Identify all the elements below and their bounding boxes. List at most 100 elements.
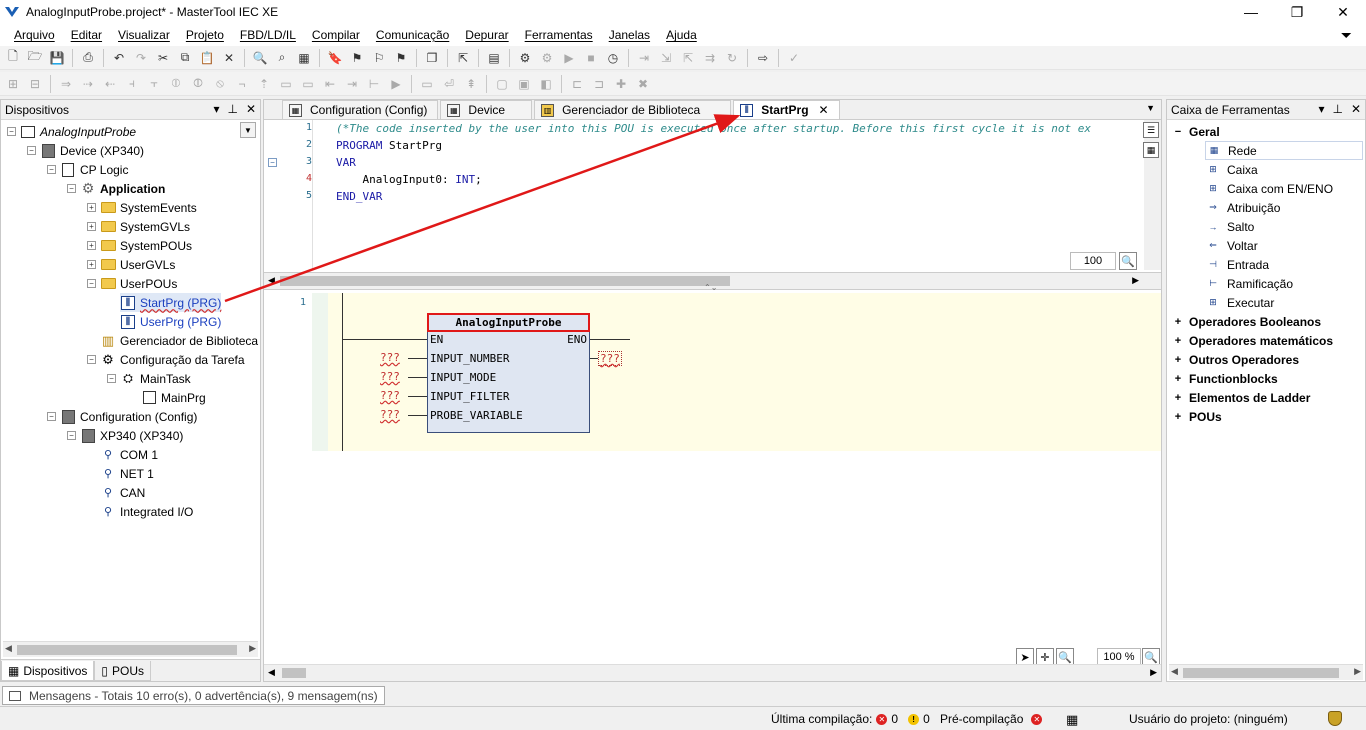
fbd-network[interactable]: 1 ??? ??? ??? ??? ??? AnalogInputProbe E… bbox=[264, 293, 1161, 451]
close-panel-icon[interactable]: ✕ bbox=[1351, 102, 1361, 116]
fbd-return-icon[interactable]: ⇠ bbox=[100, 74, 120, 94]
scroll-thumb[interactable] bbox=[1183, 668, 1339, 678]
collapse-icon[interactable]: − bbox=[87, 355, 96, 364]
find-replace-icon[interactable]: ⌕ bbox=[272, 48, 292, 68]
toolbox-category-functionblocks[interactable]: + Functionblocks bbox=[1173, 369, 1278, 388]
declaration-editor[interactable]: 1 2 3 4 5 − (*The code inserted by the u… bbox=[264, 120, 1161, 272]
fbd-network-icon[interactable]: ⊞ bbox=[3, 74, 23, 94]
fbd-insert-icon[interactable]: ✚ bbox=[611, 74, 631, 94]
fbd-parallel-contact-icon[interactable]: ⫟ bbox=[144, 74, 164, 94]
toolbox-item-voltar[interactable]: ⇐ Voltar bbox=[1205, 236, 1257, 255]
editor-hscrollbar[interactable]: ◀ ▶ bbox=[264, 664, 1161, 681]
block-name[interactable]: AnalogInputProbe bbox=[427, 313, 590, 332]
toolbox-category-pous[interactable]: + POUs bbox=[1173, 407, 1222, 426]
menu-ferramentas[interactable]: Ferramentas bbox=[517, 28, 601, 42]
tree-node-systempous[interactable]: + SystemPOUs bbox=[87, 236, 192, 255]
fbd-remove-icon[interactable]: ✖ bbox=[633, 74, 653, 94]
fbd-branch-icon[interactable]: ⊢ bbox=[364, 74, 384, 94]
next-bookmark-icon[interactable]: ⚑ bbox=[347, 48, 367, 68]
expand-icon[interactable]: + bbox=[1173, 354, 1183, 366]
expand-icon[interactable]: + bbox=[87, 203, 96, 212]
splitter-grip-icon[interactable]: ⌃⌄ bbox=[704, 283, 717, 292]
fbd-toggle-icon[interactable]: ▣ bbox=[514, 74, 534, 94]
collapse-icon[interactable]: − bbox=[87, 279, 96, 288]
collapse-icon[interactable]: − bbox=[47, 412, 56, 421]
tree-node-systemgvls[interactable]: + SystemGVLs bbox=[87, 217, 190, 236]
collapse-icon[interactable]: − bbox=[7, 127, 16, 136]
logout-icon[interactable]: ⚙ bbox=[537, 48, 557, 68]
fbd-edge2-icon[interactable]: ⇞ bbox=[461, 74, 481, 94]
collapse-icon[interactable]: − bbox=[47, 165, 56, 174]
security-shield-icon[interactable] bbox=[1328, 711, 1342, 726]
fbd-coil-icon[interactable]: ⦶ bbox=[166, 74, 186, 94]
delete-icon[interactable]: ✕ bbox=[219, 48, 239, 68]
close-tab-icon[interactable]: ✕ bbox=[819, 103, 829, 117]
tree-node-xp340[interactable]: − XP340 (XP340) bbox=[67, 426, 183, 445]
output-placeholder[interactable]: ??? bbox=[598, 351, 622, 366]
filter-funnel-icon[interactable]: ⏷ bbox=[1341, 27, 1352, 44]
collapse-icon[interactable]: − bbox=[67, 184, 76, 193]
scroll-left-icon[interactable]: ◀ bbox=[5, 643, 12, 654]
fbd-ret-icon[interactable]: ⏎ bbox=[439, 74, 459, 94]
toolbox-category-ladder[interactable]: + Elementos de Ladder bbox=[1173, 388, 1311, 407]
fbd-output-icon[interactable]: ⇥ bbox=[342, 74, 362, 94]
fbd-network-below-icon[interactable]: ⊟ bbox=[25, 74, 45, 94]
tab-dispositivos[interactable]: ▦ Dispositivos bbox=[1, 661, 95, 681]
fbd-align-icon[interactable]: ⊏ bbox=[567, 74, 587, 94]
input-number-placeholder[interactable]: ??? bbox=[380, 351, 400, 364]
scroll-right-icon[interactable]: ▶ bbox=[1132, 275, 1139, 286]
tree-node-userpous[interactable]: − UserPOUs bbox=[87, 274, 177, 293]
expand-icon[interactable]: + bbox=[1173, 411, 1183, 423]
toolbox-item-rede[interactable]: ▦ Rede bbox=[1205, 141, 1363, 160]
expand-icon[interactable]: + bbox=[1173, 335, 1183, 347]
tree-node-cp-logic[interactable]: − CP Logic bbox=[47, 160, 128, 179]
pin-icon[interactable]: ⊥ bbox=[1332, 102, 1342, 116]
print-icon[interactable]: ⎙ bbox=[78, 48, 98, 68]
tree-node-net1[interactable]: ⚲ NET 1 bbox=[100, 464, 154, 483]
scroll-thumb[interactable] bbox=[282, 668, 306, 678]
editor-splitter[interactable]: ◀ ⌃⌄ ▶ bbox=[264, 272, 1161, 292]
menu-janelas[interactable]: Janelas bbox=[601, 28, 658, 42]
start-icon[interactable]: ▶ bbox=[559, 48, 579, 68]
decl-zoom-field[interactable]: 100 bbox=[1070, 252, 1116, 270]
write-values-icon[interactable]: ✓ bbox=[784, 48, 804, 68]
export-icon[interactable]: ⇱ bbox=[453, 48, 473, 68]
tab-device[interactable]: ▦ Device bbox=[440, 100, 533, 119]
panel-dropdown-icon[interactable]: ▾ bbox=[213, 102, 219, 116]
tree-node-userprg[interactable]: ⫼ UserPrg (PRG) bbox=[120, 312, 221, 331]
tree-node-library-manager[interactable]: ▥ Gerenciador de Biblioteca bbox=[100, 331, 258, 350]
expand-icon[interactable]: + bbox=[87, 260, 96, 269]
menu-ajuda[interactable]: Ajuda bbox=[658, 28, 705, 42]
textual-view-icon[interactable]: ☰ bbox=[1143, 122, 1159, 138]
tab-startprg[interactable]: ⫼ StartPrg ✕ bbox=[733, 100, 840, 119]
collapse-icon[interactable]: − bbox=[27, 146, 36, 155]
tree-node-device[interactable]: − Device (XP340) bbox=[27, 141, 144, 160]
menu-projeto[interactable]: Projeto bbox=[178, 28, 232, 42]
expand-icon[interactable]: + bbox=[1173, 373, 1183, 385]
collapse-icon[interactable]: − bbox=[107, 374, 116, 383]
expand-icon[interactable]: + bbox=[1173, 316, 1183, 328]
menu-visualizar[interactable]: Visualizar bbox=[110, 28, 178, 42]
tab-pous[interactable]: ▯ POUs bbox=[94, 661, 151, 681]
minimize-button[interactable]: — bbox=[1228, 0, 1274, 24]
analog-input-probe-block[interactable]: AnalogInputProbe EN ENO INPUT_NUMBER INP… bbox=[427, 313, 590, 433]
fbd-box-icon[interactable]: ▭ bbox=[276, 74, 296, 94]
tree-node-project[interactable]: − AnalogInputProbe bbox=[7, 122, 136, 141]
reset-icon[interactable]: ◷ bbox=[603, 48, 623, 68]
undo-icon[interactable]: ↶ bbox=[109, 48, 129, 68]
menu-editar[interactable]: Editar bbox=[63, 28, 110, 42]
scroll-left-icon[interactable]: ◀ bbox=[268, 667, 275, 678]
force-values-icon[interactable]: ⇨ bbox=[753, 48, 773, 68]
fbd-contact-icon[interactable]: ⫞ bbox=[122, 74, 142, 94]
scroll-left-icon[interactable]: ◀ bbox=[268, 275, 275, 286]
input-filter-placeholder[interactable]: ??? bbox=[380, 389, 400, 402]
save-icon[interactable]: 💾 bbox=[47, 48, 67, 68]
paste-icon[interactable]: 📋 bbox=[197, 48, 217, 68]
scroll-thumb[interactable] bbox=[280, 276, 730, 286]
scroll-right-icon[interactable]: ▶ bbox=[1150, 667, 1157, 678]
scroll-left-icon[interactable]: ◀ bbox=[1171, 666, 1178, 677]
fold-toggle-icon[interactable]: − bbox=[268, 158, 277, 167]
panel-dropdown-icon[interactable]: ▾ bbox=[1318, 102, 1324, 116]
expand-icon[interactable]: + bbox=[87, 222, 96, 231]
fbd-label-icon[interactable]: ▭ bbox=[417, 74, 437, 94]
